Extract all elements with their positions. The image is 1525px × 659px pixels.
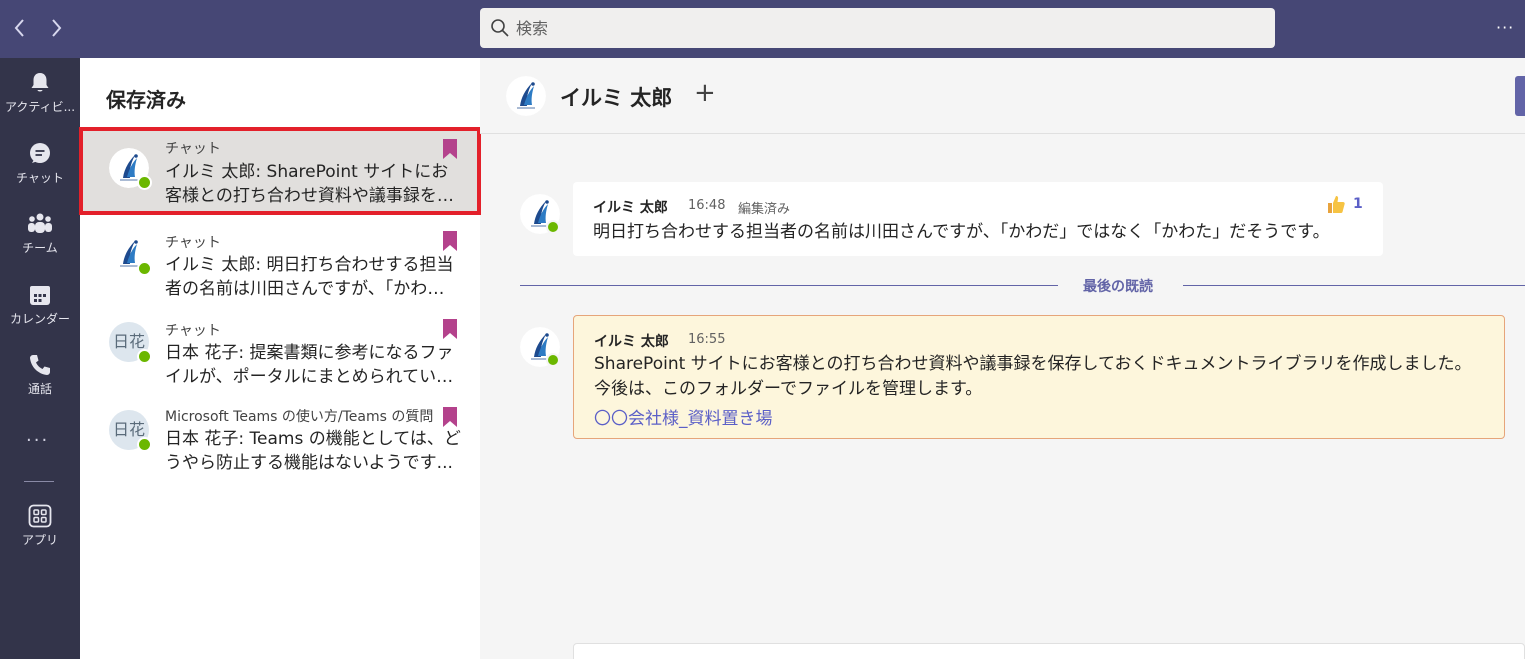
chat-title: イルミ 太郎	[560, 86, 673, 110]
saved-item-preview: イルミ 太郎: SharePoint サイトにお客様との打ち合わせ資料や議事録を…	[165, 162, 454, 206]
add-participant-button[interactable]: +	[694, 78, 716, 108]
more-options-button[interactable]: ···	[1496, 18, 1514, 37]
saved-item-context: チャット	[165, 141, 221, 157]
message-time: 16:48	[688, 198, 726, 213]
saved-item-preview: 日本 花子: 提案書類に参考になるファイルが、ポータルにまとめられていま...	[165, 343, 454, 387]
message-text: 明日打ち合わせする担当者の名前は川田さんですが、「かわだ」ではなく「かわた」だそ…	[593, 222, 1330, 242]
rail-item-chat[interactable]: チャット	[0, 141, 80, 201]
message-text-line: SharePoint サイトにお客様との打ち合わせ資料や議事録を保存しておくドキ…	[594, 354, 1472, 374]
saved-item[interactable]: チャット イルミ 太郎: SharePoint サイトにお客様との打ち合わせ資料…	[79, 127, 481, 215]
bookmark-icon[interactable]	[442, 138, 458, 160]
presence-available-icon	[137, 261, 152, 276]
rail-item-teams[interactable]: チーム	[0, 211, 80, 271]
message-bubble[interactable]: イルミ 太郎 16:48 編集済み 明日打ち合わせする担当者の名前は川田さんです…	[573, 182, 1383, 256]
message-text-line: 今後は、このフォルダーでファイルを管理します。	[594, 379, 983, 399]
last-read-divider-right	[1183, 285, 1525, 286]
phone-icon	[30, 355, 50, 375]
rail-item-calls[interactable]: 通話	[0, 352, 80, 412]
compose-box[interactable]	[573, 643, 1525, 659]
avatar-logo-icon	[506, 76, 546, 116]
chevron-right-icon	[52, 19, 62, 37]
back-button[interactable]	[8, 14, 32, 42]
search-box[interactable]	[480, 8, 1275, 48]
rail-item-label: 通話	[27, 382, 52, 396]
bookmark-icon[interactable]	[442, 406, 458, 428]
rail-item-label: チーム	[22, 241, 58, 255]
chat-icon	[30, 143, 50, 163]
saved-item[interactable]: 日花 Microsoft Teams の使い方/Teams の質問 日本 花子:…	[80, 392, 480, 478]
rail-item-activity[interactable]: アクティビ...	[0, 70, 80, 130]
rail-item-apps[interactable]: アプリ	[0, 503, 80, 563]
saved-item-context: Microsoft Teams の使い方/Teams の質問	[165, 409, 434, 425]
saved-item-context: チャット	[165, 235, 221, 251]
message-author: イルミ 太郎	[593, 200, 668, 216]
bell-icon	[31, 73, 49, 92]
presence-available-icon	[137, 437, 152, 452]
bookmark-icon[interactable]	[442, 230, 458, 252]
reaction-button[interactable]: 1	[1325, 193, 1363, 219]
last-read-divider-left	[520, 285, 1058, 286]
rail-divider	[24, 481, 54, 482]
folder-link[interactable]: 〇〇会社様_資料置き場	[594, 404, 773, 429]
saved-list-pane: 保存済み チャット イルミ 太郎: SharePoint サイトにお客様との打ち…	[79, 58, 481, 659]
message-author: イルミ 太郎	[594, 334, 669, 350]
saved-item-preview: イルミ 太郎: 明日打ち合わせする担当者の名前は川田さんですが、「かわだ」...	[165, 255, 454, 299]
presence-available-icon	[137, 349, 152, 364]
more-apps-button[interactable]: ···	[26, 430, 49, 451]
calendar-icon	[30, 286, 50, 305]
presence-available-icon	[546, 353, 560, 367]
presence-available-icon	[137, 175, 152, 190]
chevron-left-icon	[14, 19, 24, 37]
presence-available-icon	[546, 220, 560, 234]
rail-item-calendar[interactable]: カレンダー	[0, 282, 80, 342]
page-title: 保存済み	[106, 88, 186, 112]
search-input[interactable]	[516, 14, 1256, 42]
saved-item[interactable]: 日花 チャット 日本 花子: 提案書類に参考になるファイルが、ポータルにまとめら…	[80, 304, 480, 390]
message-time: 16:55	[688, 332, 726, 347]
rail-item-label: カレンダー	[9, 312, 70, 326]
thumbs-up-icon	[1328, 196, 1345, 213]
saved-item[interactable]: チャット イルミ 太郎: 明日打ち合わせする担当者の名前は川田さんですが、「かわ…	[80, 216, 480, 302]
message-edited-label: 編集済み	[738, 202, 791, 217]
rail-item-label: アクティビ...	[4, 100, 76, 114]
header-action-button[interactable]	[1515, 76, 1525, 116]
app-bar: アクティビ... チャット チーム カレンダー 通話 ··· アプリ	[0, 58, 80, 659]
apps-icon	[28, 504, 52, 528]
chat-header: イルミ 太郎 +	[480, 58, 1525, 134]
rail-item-label: チャット	[16, 171, 64, 185]
teams-icon	[28, 213, 52, 233]
forward-button[interactable]	[44, 14, 68, 42]
search-icon	[491, 19, 509, 37]
saved-item-preview: 日本 花子: Teams の機能としては、どうやら防止する機能はないようです..…	[165, 429, 461, 473]
rail-item-label: アプリ	[21, 533, 58, 547]
reaction-count: 1	[1353, 196, 1363, 212]
last-read-label: 最後の既読	[1083, 279, 1153, 295]
saved-item-context: チャット	[165, 323, 221, 339]
title-bar: ···	[0, 0, 1525, 58]
message-bubble-highlighted[interactable]: イルミ 太郎 16:55 SharePoint サイトにお客様との打ち合わせ資料…	[573, 315, 1505, 439]
bookmark-icon[interactable]	[442, 318, 458, 340]
